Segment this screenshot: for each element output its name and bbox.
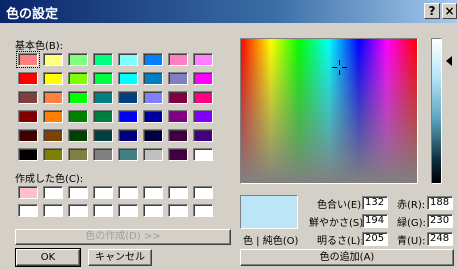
green-label: 緑(G): — [397, 218, 426, 229]
basic-swatch[interactable] — [43, 91, 63, 104]
basic-swatch[interactable] — [18, 110, 38, 123]
basic-swatch[interactable] — [93, 91, 113, 104]
basic-swatch[interactable] — [68, 91, 88, 104]
blue-input[interactable]: 248 — [427, 232, 453, 246]
saturation-label: 鮮やかさ(S): — [309, 218, 367, 229]
luminance-bar[interactable] — [431, 38, 442, 184]
custom-swatch[interactable] — [93, 204, 113, 217]
basic-swatch[interactable] — [143, 53, 163, 66]
basic-swatch[interactable] — [68, 129, 88, 142]
red-input[interactable]: 188 — [427, 196, 453, 210]
custom-swatch[interactable] — [143, 204, 163, 217]
basic-swatch[interactable] — [93, 53, 113, 66]
basic-swatch[interactable] — [168, 91, 188, 104]
basic-swatch[interactable] — [93, 129, 113, 142]
custom-swatch[interactable] — [93, 186, 113, 199]
custom-swatch[interactable] — [118, 204, 138, 217]
custom-swatch[interactable] — [68, 204, 88, 217]
green-input[interactable]: 230 — [427, 214, 453, 228]
luminance-input[interactable]: 205 — [362, 232, 388, 246]
define-custom-colors-button[interactable]: 色の作成(D) >> — [15, 229, 231, 245]
basic-swatch[interactable] — [118, 91, 138, 104]
basic-swatch[interactable] — [68, 53, 88, 66]
basic-swatch[interactable] — [118, 129, 138, 142]
basic-swatch[interactable] — [193, 53, 213, 66]
custom-swatch[interactable] — [168, 204, 188, 217]
crosshair-icon[interactable] — [332, 60, 347, 75]
basic-swatch[interactable] — [93, 148, 113, 161]
custom-swatch[interactable] — [193, 186, 213, 199]
custom-swatch[interactable] — [43, 186, 63, 199]
luminance-label: 明るさ(L): — [317, 236, 364, 247]
title-bar: 色の設定 ? × — [0, 0, 457, 23]
basic-swatch[interactable] — [118, 72, 138, 85]
basic-swatch[interactable] — [93, 110, 113, 123]
blue-label: 青(U): — [397, 236, 426, 247]
custom-swatch[interactable] — [168, 186, 188, 199]
basic-swatch[interactable] — [143, 148, 163, 161]
basic-swatch[interactable] — [168, 110, 188, 123]
basic-swatch[interactable] — [143, 129, 163, 142]
hue-input[interactable]: 132 — [362, 196, 388, 210]
basic-swatch[interactable] — [118, 148, 138, 161]
close-button[interactable]: × — [442, 3, 457, 19]
ok-button[interactable]: OK — [15, 248, 81, 267]
basic-swatch[interactable] — [18, 72, 38, 85]
basic-swatch[interactable] — [18, 148, 38, 161]
basic-swatch[interactable] — [168, 129, 188, 142]
basic-swatch[interactable] — [18, 129, 38, 142]
basic-swatch[interactable] — [168, 148, 188, 161]
cancel-button[interactable]: キャンセル — [88, 249, 152, 266]
color-spectrum[interactable] — [240, 38, 418, 184]
basic-swatch[interactable] — [68, 148, 88, 161]
custom-swatch[interactable] — [143, 186, 163, 199]
window-title: 色の設定 — [6, 7, 59, 22]
custom-swatch[interactable] — [18, 204, 38, 217]
basic-swatch[interactable] — [193, 91, 213, 104]
basic-swatch[interactable] — [143, 72, 163, 85]
custom-swatch[interactable] — [18, 186, 38, 199]
basic-swatch[interactable] — [193, 110, 213, 123]
custom-swatch[interactable] — [43, 204, 63, 217]
basic-swatch[interactable] — [43, 129, 63, 142]
basic-swatch[interactable] — [193, 148, 213, 161]
basic-colors-label: 基本色(B): — [15, 41, 64, 52]
hue-label: 色合い(E): — [317, 200, 365, 211]
basic-swatch[interactable] — [68, 110, 88, 123]
color-preview — [240, 195, 298, 229]
luminance-arrow-icon[interactable] — [446, 56, 452, 66]
add-custom-color-button[interactable]: 色の追加(A) — [240, 249, 454, 266]
custom-swatch[interactable] — [193, 204, 213, 217]
basic-swatch[interactable] — [93, 72, 113, 85]
basic-swatch[interactable] — [118, 110, 138, 123]
saturation-input[interactable]: 194 — [362, 214, 388, 228]
basic-swatch[interactable] — [118, 53, 138, 66]
basic-swatch[interactable] — [43, 110, 63, 123]
basic-swatch[interactable] — [168, 53, 188, 66]
basic-swatch[interactable] — [43, 148, 63, 161]
basic-swatch[interactable] — [16, 51, 40, 68]
basic-swatch[interactable] — [143, 110, 163, 123]
basic-swatch[interactable] — [18, 91, 38, 104]
basic-swatch[interactable] — [43, 53, 63, 66]
red-label: 赤(R): — [397, 200, 426, 211]
custom-colors-label: 作成した色(C): — [15, 174, 84, 185]
preview-label[interactable]: 色 | 純色(O) — [243, 232, 298, 247]
basic-swatch[interactable] — [168, 72, 188, 85]
basic-swatch[interactable] — [193, 129, 213, 142]
basic-swatch[interactable] — [68, 72, 88, 85]
basic-swatch[interactable] — [43, 72, 63, 85]
custom-swatch[interactable] — [68, 186, 88, 199]
basic-swatch[interactable] — [193, 72, 213, 85]
help-button[interactable]: ? — [424, 3, 440, 19]
custom-swatch[interactable] — [118, 186, 138, 199]
basic-swatch[interactable] — [143, 91, 163, 104]
